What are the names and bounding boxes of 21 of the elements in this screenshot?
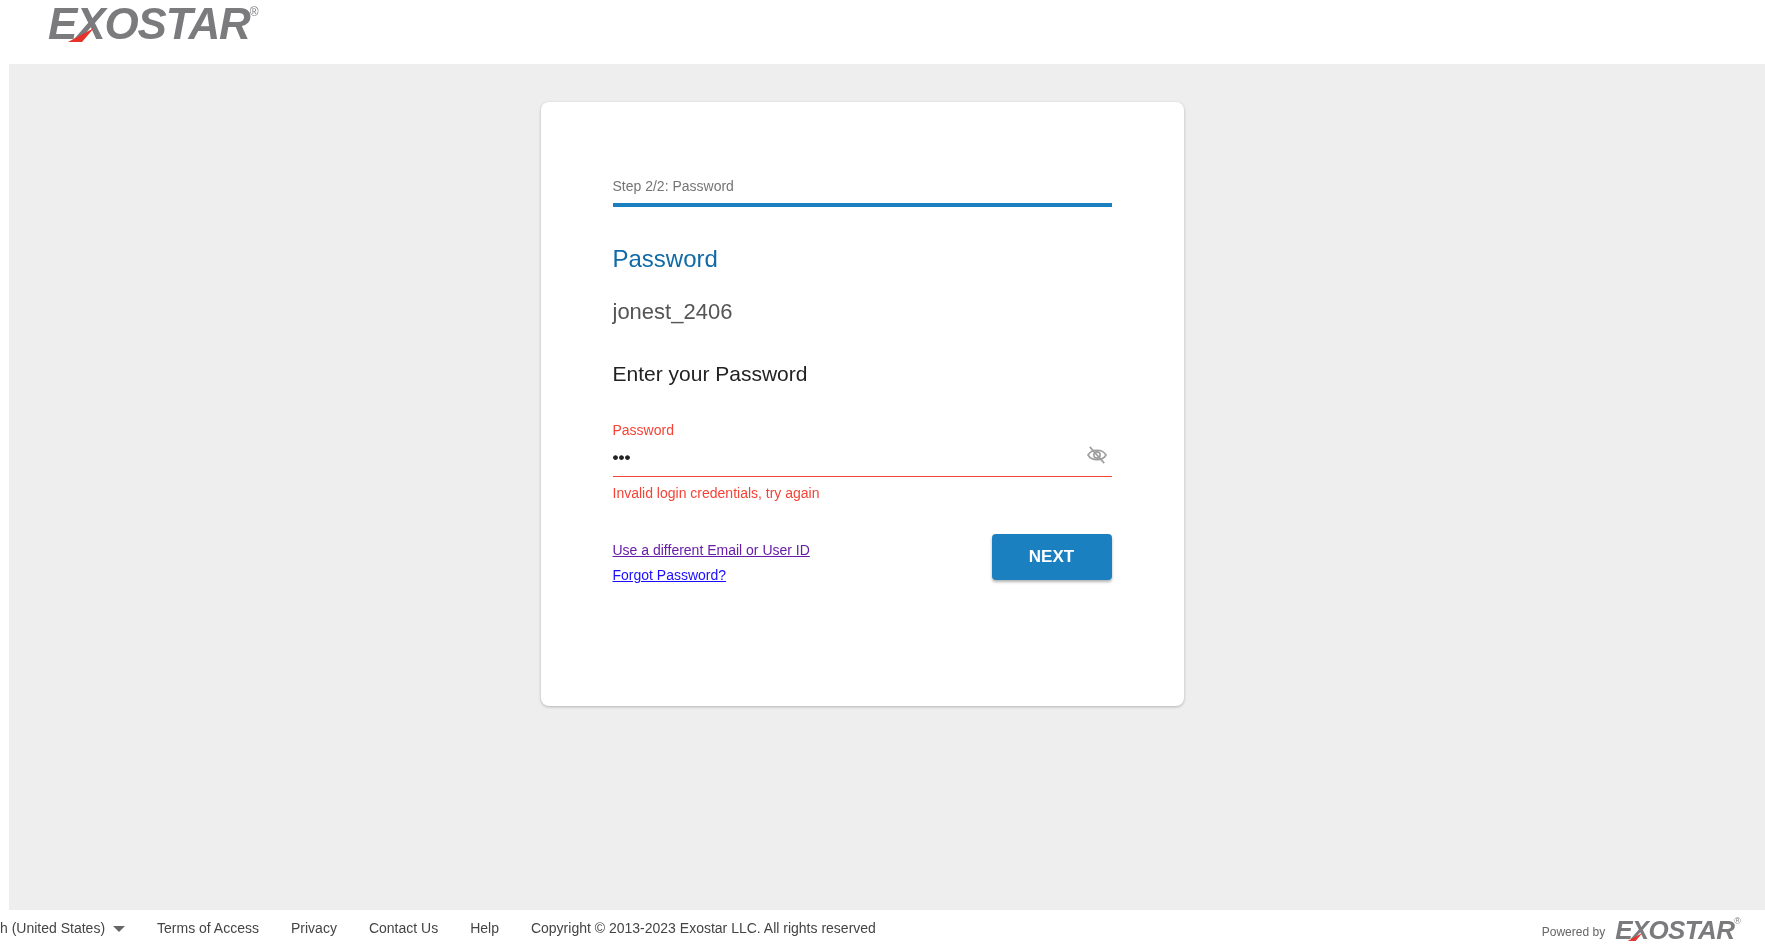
language-selector[interactable]: h (United States) bbox=[0, 918, 126, 939]
exostar-logo: EXOSTAR® bbox=[1615, 917, 1741, 943]
field-label: Password bbox=[612, 420, 675, 440]
text-link[interactable]: Use a different Email or User ID bbox=[612, 540, 810, 561]
powered-by-text: Powered by bbox=[1541, 924, 1606, 941]
footer-link[interactable]: Contact Us bbox=[368, 918, 439, 939]
step-label: Step 2/2: Password bbox=[612, 177, 735, 196]
exostar-logo: EXOSTAR® bbox=[48, 2, 259, 46]
footer-link[interactable]: Help bbox=[470, 918, 499, 939]
footer-link[interactable]: Terms of Access bbox=[157, 918, 259, 939]
footer-link[interactable]: Privacy bbox=[291, 918, 337, 939]
caret-icon bbox=[113, 925, 126, 932]
password-input[interactable]: ••• bbox=[612, 444, 1086, 470]
next-button[interactable]: NEXT bbox=[991, 534, 1112, 580]
text-link[interactable]: Forgot Password? bbox=[612, 565, 727, 586]
prompt-heading: Enter your Password bbox=[612, 361, 809, 387]
page-title: Password bbox=[612, 244, 719, 274]
eye-off-icon[interactable] bbox=[1085, 446, 1108, 465]
copyright-text: Copyright © 2013-2023 Exostar LLC. All rights reserved bbox=[530, 919, 876, 938]
username-text: jonest_2406 bbox=[612, 298, 734, 326]
error-message: Invalid login credentials, try again bbox=[612, 484, 821, 503]
